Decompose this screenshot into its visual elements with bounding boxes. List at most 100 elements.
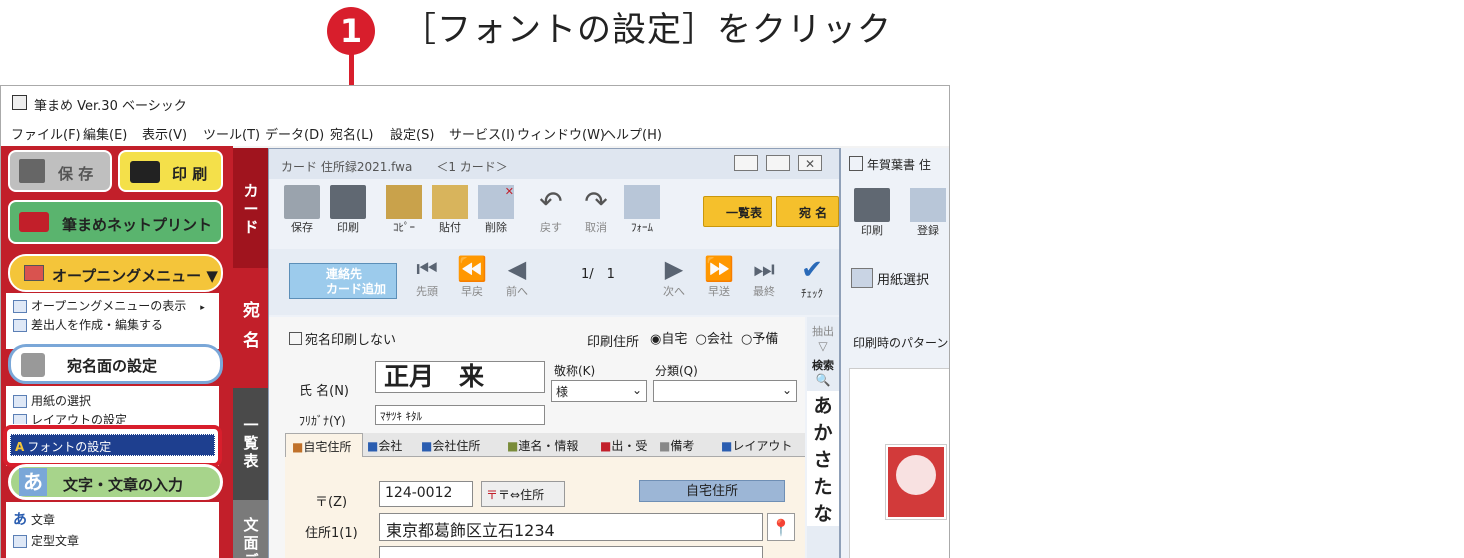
radio-home[interactable]: ◉自宅 [650,332,687,347]
edit-sender-item[interactable]: 差出人を作成・編集する [13,316,163,333]
next-record-button[interactable]: ▶ 次へ [651,255,697,299]
menu-view[interactable]: 表示(V) [142,124,187,143]
netprint-button[interactable]: 筆まめネットプリント [8,200,223,244]
menu-help[interactable]: ヘルプ(H) [603,124,662,143]
window-icon [13,300,27,313]
form-tool[interactable]: ﾌｫｰﾑ [619,185,665,235]
next-icon: ▶ [664,255,684,283]
menu-file[interactable]: ファイル(F) [11,124,81,143]
font-settings-item[interactable]: A フォントの設定 [10,434,215,456]
address1-label: 住所1(1) [305,526,358,541]
tab-company-address[interactable]: ■会社住所 [421,437,480,454]
menu-address[interactable]: 宛名(L) [330,124,373,143]
extract-label[interactable]: 抽出 [807,323,839,339]
undo-icon: ↶ [539,185,563,218]
paper-select-button[interactable]: 用紙選択 [851,268,929,288]
address1-field[interactable]: 東京都葛飾区立石1234 [379,513,763,541]
tab-layout[interactable]: ■レイアウト [721,437,792,454]
tab-ichiran[interactable]: 一覧表 [233,388,269,500]
kana-ta[interactable]: た [807,472,839,499]
tab-home-address[interactable]: ■自宅住所 [285,433,363,457]
search-label[interactable]: 検索 [807,357,839,373]
save-button[interactable]: 保 存 [8,150,112,192]
menu-window[interactable]: ウィンドウ(W) [517,124,605,143]
postal-address-convert-button[interactable]: 〒〒⇔住所 [481,481,565,507]
menu-edit[interactable]: 編集(E) [83,124,127,143]
map-pin-button[interactable]: 📍 [767,513,795,541]
paper-icon [13,395,27,408]
add-contact-card-button[interactable]: 連絡先 カード追加 [289,263,397,299]
opening-menu-button[interactable]: オープニングメニュー ▼ [8,254,223,292]
honorific-select[interactable]: 様 ⌄ [551,380,647,402]
tab-send-receive[interactable]: ■出・受 [600,437,647,454]
postal-label: 〒(Z) [315,495,348,510]
postcard-print-button[interactable]: 印刷 [849,188,895,238]
undo-tool[interactable]: ↶ 戻す [528,185,574,235]
address-settings-header[interactable]: 宛名面の設定 [8,344,223,384]
name-field[interactable]: 正月 来 [375,361,545,393]
kana-ka[interactable]: か [807,418,839,445]
tab-card[interactable]: カード [233,148,269,268]
paper-select-item[interactable]: 用紙の選択 [13,392,91,409]
tab-bunmen[interactable]: 文面デ [233,500,269,558]
prev-record-button[interactable]: ◀ 前へ [494,255,540,299]
prev-icon: ◀ [507,255,527,283]
tab-notes[interactable]: ■備考 [659,437,694,454]
tab-joint-names[interactable]: ■連名・情報 [507,437,578,454]
kana-index-strip: 抽出 ▽ 検索 🔍 あ か さ た な [807,317,839,558]
kana-na[interactable]: な [807,499,839,526]
maximize-button[interactable] [766,155,790,171]
radio-company[interactable]: ○会社 [696,332,733,347]
sentence-item[interactable]: あ文章 [13,509,55,529]
close-button[interactable]: ✕ [798,155,822,171]
page-counter: 1/ 1 [581,267,615,282]
list-view-button[interactable]: 一覧表 [703,196,772,227]
card-form: 宛名印刷しない 印刷住所 ◉自宅 ○会社 ○予備 氏 名(N) 正月 来 敬称(… [269,317,805,558]
first-record-button[interactable]: ⏮ 先頭 [404,255,450,299]
atena-view-button[interactable]: 宛 名 [776,196,839,227]
show-opening-menu-item[interactable]: オープニングメニューの表示 ▸ [13,297,205,314]
minimize-button[interactable] [734,155,758,171]
category-select[interactable]: ⌄ [653,380,797,402]
menu-settings[interactable]: 設定(S) [390,124,434,143]
postcard-icon [849,156,863,171]
redo-icon: ↷ [584,185,608,218]
card-toolbar: 保存 印刷 ｺﾋﾟｰ 貼付 ✕ 削除 ↶ 戻す ↷ 取消 ﾌｫｰﾑ 一覧表 宛 名 [279,185,839,245]
redo-tool[interactable]: ↷ 取消 [573,185,619,235]
kana-sa[interactable]: さ [807,445,839,472]
delete-tool[interactable]: ✕ 削除 [473,185,519,235]
fast-forward-button[interactable]: ⏩ 早送 [696,255,742,299]
filter-icon: ▽ [818,339,828,353]
checkmark-icon: ✔ [801,255,823,285]
copy-tool[interactable]: ｺﾋﾟｰ [381,185,427,235]
postcard-window: 年賀葉書 住 印刷 登録 用紙選択 印刷時のパターン [840,148,949,558]
template-icon [13,535,27,548]
step-number-badge: 1 [327,7,375,55]
paste-tool[interactable]: 貼付 [427,185,473,235]
no-print-checkbox[interactable]: 宛名印刷しない [289,329,396,348]
furigana-field[interactable]: ﾏｻﾂｷ ｷﾀﾙ [375,405,545,425]
address2-field[interactable] [379,546,763,558]
register-icon [910,188,946,222]
kana-a[interactable]: あ [807,391,839,418]
menu-service[interactable]: サービス(I) [449,124,515,143]
address-radio-group[interactable]: ◉自宅 ○会社 ○予備 [650,328,778,347]
tab-company[interactable]: ■会社 [367,437,402,454]
menu-tools[interactable]: ツール(T) [203,124,260,143]
print-tool[interactable]: 印刷 [325,185,371,235]
save-icon [19,159,45,183]
template-sentence-item[interactable]: 定型文章 [13,532,79,549]
postal-field[interactable]: 124-0012 [379,481,473,507]
text-input-header[interactable]: あ 文字・文章の入力 [8,464,223,500]
home-address-button[interactable]: 自宅住所 [639,480,785,502]
menu-data[interactable]: データ(D) [265,124,324,143]
tab-atena[interactable]: 宛名 [233,268,269,388]
save-tool[interactable]: 保存 [279,185,325,235]
postcard-register-button[interactable]: 登録 [905,188,949,238]
check-button[interactable]: ✔ ﾁｪｯｸ [789,255,835,301]
radio-spare[interactable]: ○予備 [741,332,778,347]
layout-settings-item[interactable]: レイアウトの設定 [13,411,127,424]
print-button[interactable]: 印 刷 [118,150,223,192]
last-record-button[interactable]: ⏭ 最終 [741,255,787,299]
fast-back-button[interactable]: ⏪ 早戻 [449,255,495,299]
